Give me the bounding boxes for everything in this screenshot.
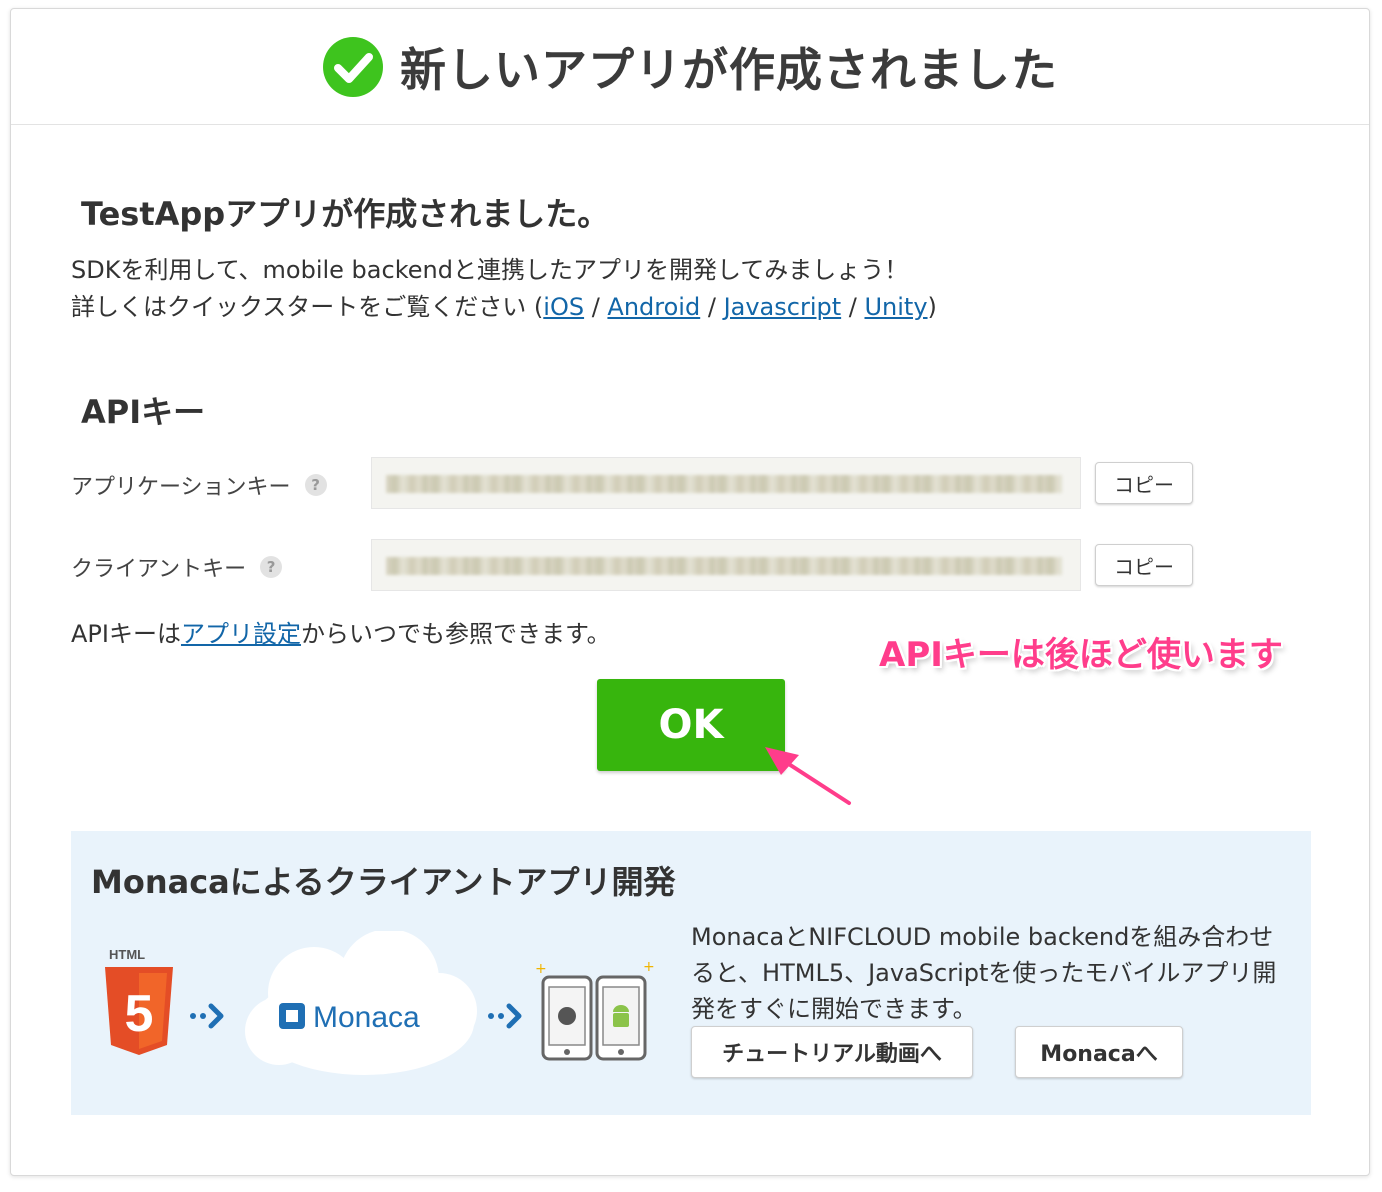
- flow-arrow-icon: [488, 1003, 522, 1029]
- monaca-panel: Monacaによるクライアントアプリ開発 HTML 5 Monaca + + M…: [71, 831, 1311, 1115]
- dialog-header: 新しいアプリが作成されました: [11, 9, 1369, 125]
- annotation-callout: APIキーは後ほど使います: [879, 635, 1283, 675]
- monaca-cloud-icon: Monaca: [245, 931, 477, 1075]
- annotation-arrow-icon: [765, 747, 851, 805]
- created-title: TestAppアプリが作成されました。: [81, 195, 610, 233]
- note-text: からいつでも参照できます。: [300, 620, 611, 648]
- app-created-dialog: 新しいアプリが作成されました TestAppアプリが作成されました。 SDKを利…: [10, 8, 1370, 1176]
- application-key-label-text: アプリケーションキー: [71, 475, 291, 500]
- copy-application-key-button[interactable]: コピー: [1095, 462, 1193, 504]
- dialog-title: 新しいアプリが作成されました: [400, 42, 1058, 97]
- client-key-label-text: クライアントキー: [71, 557, 247, 582]
- link-unity[interactable]: Unity: [864, 293, 927, 321]
- link-ios[interactable]: iOS: [543, 293, 584, 321]
- description-line-1: SDKを利用して、mobile backendと連携したアプリを開発してみましょ…: [71, 256, 909, 284]
- html5-number: 5: [125, 985, 154, 1043]
- html5-label: HTML: [109, 947, 145, 962]
- created-description: SDKを利用して、mobile backendと連携したアプリを開発してみましょ…: [71, 252, 937, 326]
- description-line-2: 詳しくはクイックスタートをご覧ください (iOS / Android / Jav…: [71, 289, 937, 326]
- masked-key-value: [386, 475, 1062, 493]
- masked-key-value: [386, 557, 1062, 575]
- description-text: 詳しくはクイックスタートをご覧ください (: [71, 293, 544, 321]
- app-settings-link[interactable]: アプリ設定: [181, 620, 301, 648]
- link-separator: /: [700, 293, 724, 321]
- help-icon[interactable]: ?: [304, 474, 327, 496]
- api-key-title: APIキー: [81, 393, 206, 431]
- monaca-title: Monacaによるクライアントアプリ開発: [91, 863, 676, 901]
- go-to-monaca-button[interactable]: Monacaへ: [1015, 1026, 1183, 1078]
- api-key-note: APIキーはアプリ設定からいつでも参照できます。: [71, 614, 611, 649]
- tutorial-video-button[interactable]: チュートリアル動画へ: [691, 1026, 973, 1078]
- svg-text:+: +: [643, 959, 655, 975]
- note-text: APIキーは: [71, 620, 181, 648]
- link-separator: /: [584, 293, 608, 321]
- link-javascript[interactable]: Javascript: [724, 293, 842, 321]
- monaca-description: MonacaとNIFCLOUD mobile backendを組み合わせると、H…: [691, 923, 1277, 1023]
- link-separator: /: [841, 293, 865, 321]
- monaca-workflow-illustration: HTML 5 Monaca + +: [105, 931, 655, 1075]
- client-key-field[interactable]: [371, 539, 1081, 591]
- copy-client-key-button[interactable]: コピー: [1095, 544, 1193, 586]
- link-android[interactable]: Android: [607, 293, 700, 321]
- application-key-label: アプリケーションキー ?: [71, 469, 327, 501]
- smartphones-icon: + +: [535, 959, 655, 1061]
- client-key-label: クライアントキー ?: [71, 551, 283, 583]
- success-check-icon: [323, 36, 383, 97]
- flow-arrow-icon: [190, 1003, 224, 1029]
- help-icon[interactable]: ?: [260, 556, 283, 578]
- monaca-cloud-label: Monaca: [313, 1001, 420, 1034]
- application-key-field[interactable]: [371, 457, 1081, 509]
- html5-icon: HTML 5: [105, 947, 173, 1055]
- svg-text:+: +: [535, 961, 547, 977]
- description-text: ): [927, 293, 937, 321]
